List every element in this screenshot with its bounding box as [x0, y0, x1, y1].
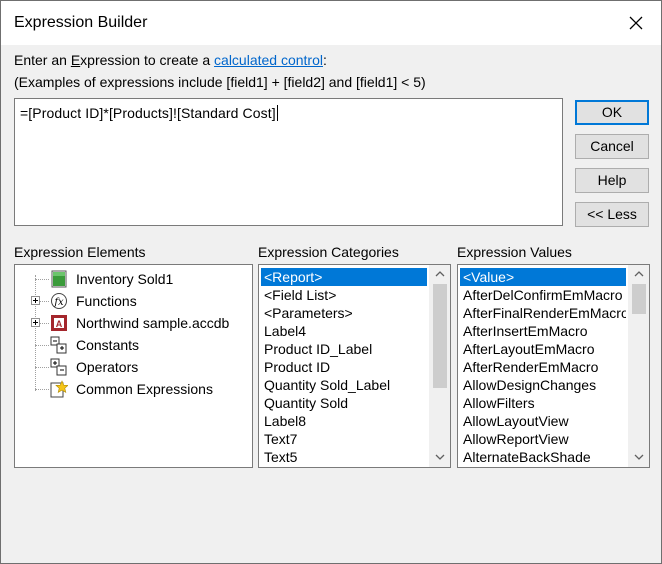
categories-scrollbar[interactable] — [429, 265, 450, 467]
value-item[interactable]: AllowLayoutView — [460, 412, 626, 430]
close-icon — [629, 16, 643, 30]
tree-item-label: Northwind sample.accdb — [76, 315, 230, 331]
tree-item-label: Common Expressions — [76, 381, 213, 397]
chevron-up-icon — [634, 271, 644, 277]
tree-item-inventory-sold1[interactable]: Inventory Sold1 — [15, 268, 252, 290]
cancel-button[interactable]: Cancel — [575, 134, 649, 159]
less-button[interactable]: << Less — [575, 202, 649, 227]
category-item[interactable]: Product ID_Label — [261, 340, 427, 358]
calculated-control-link[interactable]: calculated control — [214, 52, 323, 68]
scroll-down-button[interactable] — [629, 448, 649, 466]
title-bar: Expression Builder — [1, 1, 661, 45]
help-button[interactable]: Help — [575, 168, 649, 193]
category-item[interactable]: Label8 — [261, 412, 427, 430]
expression-input[interactable]: =[Product ID]*[Products]![Standard Cost] — [14, 98, 563, 226]
chevron-down-icon — [634, 454, 644, 460]
tree-item-northwind-sample[interactable]: A Northwind sample.accdb — [15, 312, 252, 334]
scroll-up-button[interactable] — [430, 265, 450, 283]
scroll-thumb[interactable] — [433, 284, 447, 388]
tree-item-common-expressions[interactable]: Common Expressions — [15, 378, 252, 400]
scroll-up-button[interactable] — [629, 265, 649, 283]
expand-icon[interactable] — [31, 318, 40, 327]
tree-item-label: Constants — [76, 337, 140, 353]
value-item[interactable]: AfterFinalRenderEmMacro — [460, 304, 626, 322]
constants-icon — [50, 336, 68, 354]
value-item[interactable]: AfterLayoutEmMacro — [460, 340, 626, 358]
common-expressions-icon — [50, 380, 69, 398]
svg-text:A: A — [56, 319, 63, 329]
tree-item-functions[interactable]: fx Functions — [15, 290, 252, 312]
operators-icon — [50, 358, 68, 376]
chevron-down-icon — [435, 454, 445, 460]
intro-line-1: Enter an Expression to create a calculat… — [14, 52, 327, 68]
expression-values-label: Expression Values — [457, 244, 572, 260]
expression-text: =[Product ID]*[Products]![Standard Cost] — [20, 105, 276, 121]
expression-elements-tree[interactable]: Inventory Sold1 fx Functions A Northwind… — [14, 264, 253, 468]
tree-item-label: Inventory Sold1 — [76, 271, 174, 287]
value-item[interactable]: AfterRenderEmMacro — [460, 358, 626, 376]
category-item[interactable]: Text5 — [261, 448, 427, 466]
text-caret — [276, 105, 278, 121]
value-item[interactable]: AllowDesignChanges — [460, 376, 626, 394]
scroll-thumb[interactable] — [632, 284, 646, 314]
value-item[interactable]: AfterInsertEmMacro — [460, 322, 626, 340]
category-item[interactable]: Product ID — [261, 358, 427, 376]
tree-item-label: Operators — [76, 359, 139, 375]
value-item[interactable]: AllowReportView — [460, 430, 626, 448]
category-item[interactable]: <Report> — [261, 268, 427, 286]
expression-categories-list[interactable]: <Report> <Field List> <Parameters> Label… — [258, 264, 451, 468]
scroll-down-button[interactable] — [430, 448, 450, 466]
chevron-up-icon — [435, 271, 445, 277]
category-item[interactable]: <Field List> — [261, 286, 427, 304]
ok-button[interactable]: OK — [575, 100, 649, 125]
tree-item-operators[interactable]: Operators — [15, 356, 252, 378]
intro-line-2: (Examples of expressions include [field1… — [14, 74, 426, 90]
category-item[interactable]: Text7 — [261, 430, 427, 448]
database-icon: A — [50, 314, 68, 332]
window-title: Expression Builder — [14, 14, 148, 31]
value-item[interactable]: AlternateBackShade — [460, 448, 626, 466]
tree-item-label: Functions — [76, 293, 137, 309]
category-item[interactable]: Label4 — [261, 322, 427, 340]
expression-elements-label: Expression Elements — [14, 244, 146, 260]
values-scrollbar[interactable] — [628, 265, 649, 467]
svg-text:fx: fx — [53, 297, 64, 308]
close-button[interactable] — [619, 7, 653, 39]
expression-categories-label: Expression Categories — [258, 244, 399, 260]
category-item[interactable]: Quantity Sold — [261, 394, 427, 412]
expand-icon[interactable] — [31, 296, 40, 305]
report-icon — [50, 270, 68, 288]
expression-builder-dialog: Expression Builder Enter an Expression t… — [0, 0, 662, 564]
value-item[interactable]: AfterDelConfirmEmMacro — [460, 286, 626, 304]
value-item[interactable]: AllowFilters — [460, 394, 626, 412]
value-item[interactable]: <Value> — [460, 268, 626, 286]
expression-values-list[interactable]: <Value> AfterDelConfirmEmMacro AfterFina… — [457, 264, 650, 468]
category-item[interactable]: <Parameters> — [261, 304, 427, 322]
category-item[interactable]: Quantity Sold_Label — [261, 376, 427, 394]
function-icon: fx — [50, 292, 68, 310]
tree-item-constants[interactable]: Constants — [15, 334, 252, 356]
